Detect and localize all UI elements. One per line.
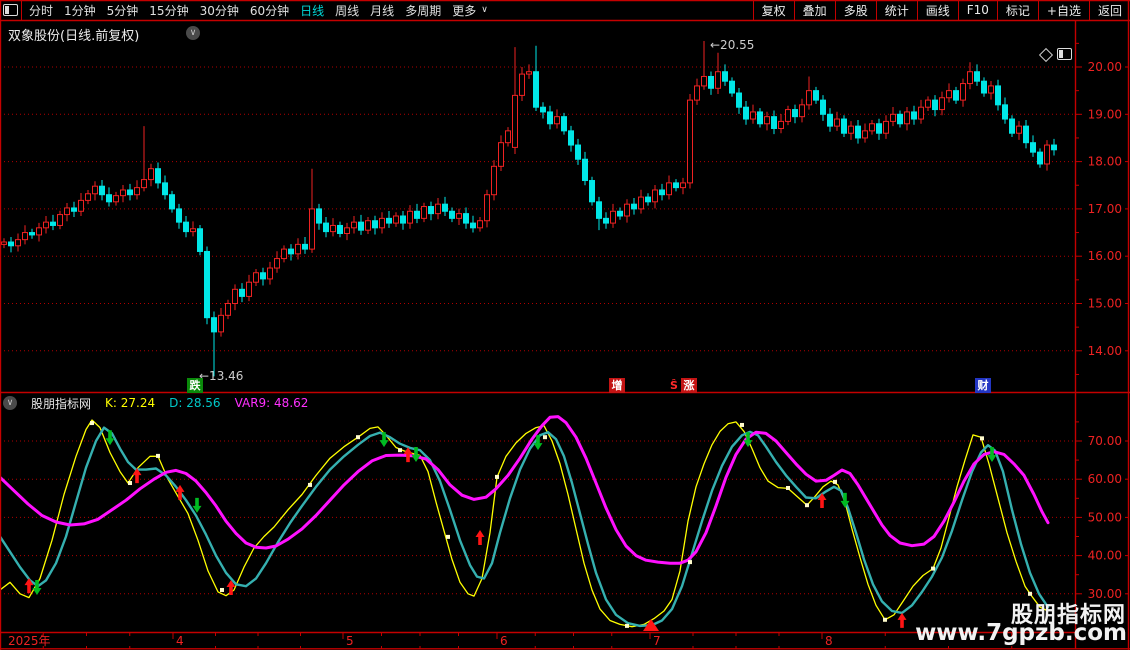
svg-text:18.00: 18.00	[1088, 155, 1122, 169]
price-axis-labels: 20.00 19.00 18.00 17.00 16.00 15.00 14.00 70.00…	[1088, 60, 1122, 601]
toolbar-button-5[interactable]: F10	[958, 0, 997, 20]
indicator-d-value: D: 28.56	[169, 396, 220, 410]
watermark-url: www.7gpzb.com	[915, 620, 1127, 646]
svg-text:←13.46: ←13.46	[199, 369, 243, 383]
tab-period-3[interactable]: 15分钟	[149, 2, 188, 19]
layout-toggle-button[interactable]	[0, 1, 22, 20]
period-nav: 分时 1分钟 5分钟 15分钟 30分钟 60分钟日线周线月线多周期更多 ∨	[22, 2, 488, 19]
svg-text:7: 7	[653, 634, 661, 648]
stock-title[interactable]: 双象股份(日线.前复权)	[8, 25, 139, 44]
signal-arrows	[25, 430, 997, 631]
tab-period-6[interactable]: 日线	[300, 2, 324, 19]
split-layout-icon	[3, 4, 18, 16]
svg-text:6: 6	[500, 634, 508, 648]
period-toolbar: 分时 1分钟 5分钟 15分钟 30分钟 60分钟日线周线月线多周期更多 ∨ 复权叠加多股统…	[0, 0, 1130, 20]
event-marker-3: 涨	[681, 378, 697, 393]
svg-text:70.00: 70.00	[1088, 434, 1122, 448]
svg-text:4: 4	[176, 634, 184, 648]
toolbar-button-6[interactable]: 标记	[997, 0, 1038, 20]
trading-app-window: 20.00 19.00 18.00 17.00 16.00 15.00 14.00 70.00…	[0, 0, 1130, 650]
svg-text:8: 8	[825, 634, 833, 648]
more-chevron-icon: ∨	[481, 5, 488, 15]
svg-text:16.00: 16.00	[1088, 249, 1122, 263]
toolbar-button-2[interactable]: 多股	[835, 0, 876, 20]
chart-canvas[interactable]: 20.00 19.00 18.00 17.00 16.00 15.00 14.00 70.00…	[0, 0, 1130, 650]
svg-text:14.00: 14.00	[1088, 344, 1122, 358]
toolbar-button-0[interactable]: 复权	[753, 0, 794, 20]
svg-text:40.00: 40.00	[1088, 549, 1122, 563]
split-window-icon[interactable]	[1057, 48, 1072, 60]
event-marker-2: Ŝ	[666, 378, 682, 393]
svg-text:60.00: 60.00	[1088, 472, 1122, 486]
tab-period-10[interactable]: 更多	[452, 2, 476, 19]
tab-period-1[interactable]: 1分钟	[64, 2, 96, 19]
toolbar-button-1[interactable]: 叠加	[794, 0, 835, 20]
svg-text:20.00: 20.00	[1088, 60, 1122, 74]
indicator-name[interactable]: 股朋指标网	[31, 395, 91, 412]
toolbar-button-7[interactable]: +自选	[1038, 0, 1089, 20]
indicator-header: ∨ 股朋指标网 K: 27.24 D: 28.56 VAR9: 48.62	[0, 394, 1130, 412]
date-axis: 2025年 4 5 6 7 8	[8, 632, 1012, 649]
svg-text:50.00: 50.00	[1088, 510, 1122, 524]
indicator-k-value: K: 27.24	[105, 396, 155, 410]
series-var9-line	[0, 417, 1048, 564]
svg-text:17.00: 17.00	[1088, 202, 1122, 216]
tab-period-0[interactable]: 分时	[29, 2, 53, 19]
indicator-var9-value: VAR9: 48.62	[235, 396, 309, 410]
tab-period-5[interactable]: 60分钟	[250, 2, 289, 19]
title-dropdown-icon[interactable]: ∨	[186, 26, 200, 40]
event-marker-0: 跌	[187, 378, 203, 393]
price-annotations: ←20.55←13.46	[199, 38, 754, 383]
svg-text:5: 5	[346, 634, 354, 648]
toolbar-button-8[interactable]: 返回	[1089, 0, 1130, 20]
indicator-dropdown-icon[interactable]: ∨	[3, 396, 17, 410]
tab-period-4[interactable]: 30分钟	[200, 2, 239, 19]
tab-period-7[interactable]: 周线	[335, 2, 359, 19]
tab-period-9[interactable]: 多周期	[405, 2, 441, 19]
tab-period-2[interactable]: 5分钟	[107, 2, 139, 19]
svg-text:2025年: 2025年	[8, 634, 51, 648]
toolbar-button-4[interactable]: 画线	[917, 0, 958, 20]
tab-period-8[interactable]: 月线	[370, 2, 394, 19]
event-marker-4: 财	[975, 378, 991, 393]
title-bar: 双象股份(日线.前复权) ∨	[0, 21, 1130, 44]
toolbar-button-3[interactable]: 统计	[876, 0, 917, 20]
svg-text:15.00: 15.00	[1088, 297, 1122, 311]
event-marker-1: 增	[609, 378, 625, 393]
svg-text:19.00: 19.00	[1088, 107, 1122, 121]
toolbar-right-buttons: 复权叠加多股统计画线F10标记+自选返回	[753, 0, 1130, 20]
